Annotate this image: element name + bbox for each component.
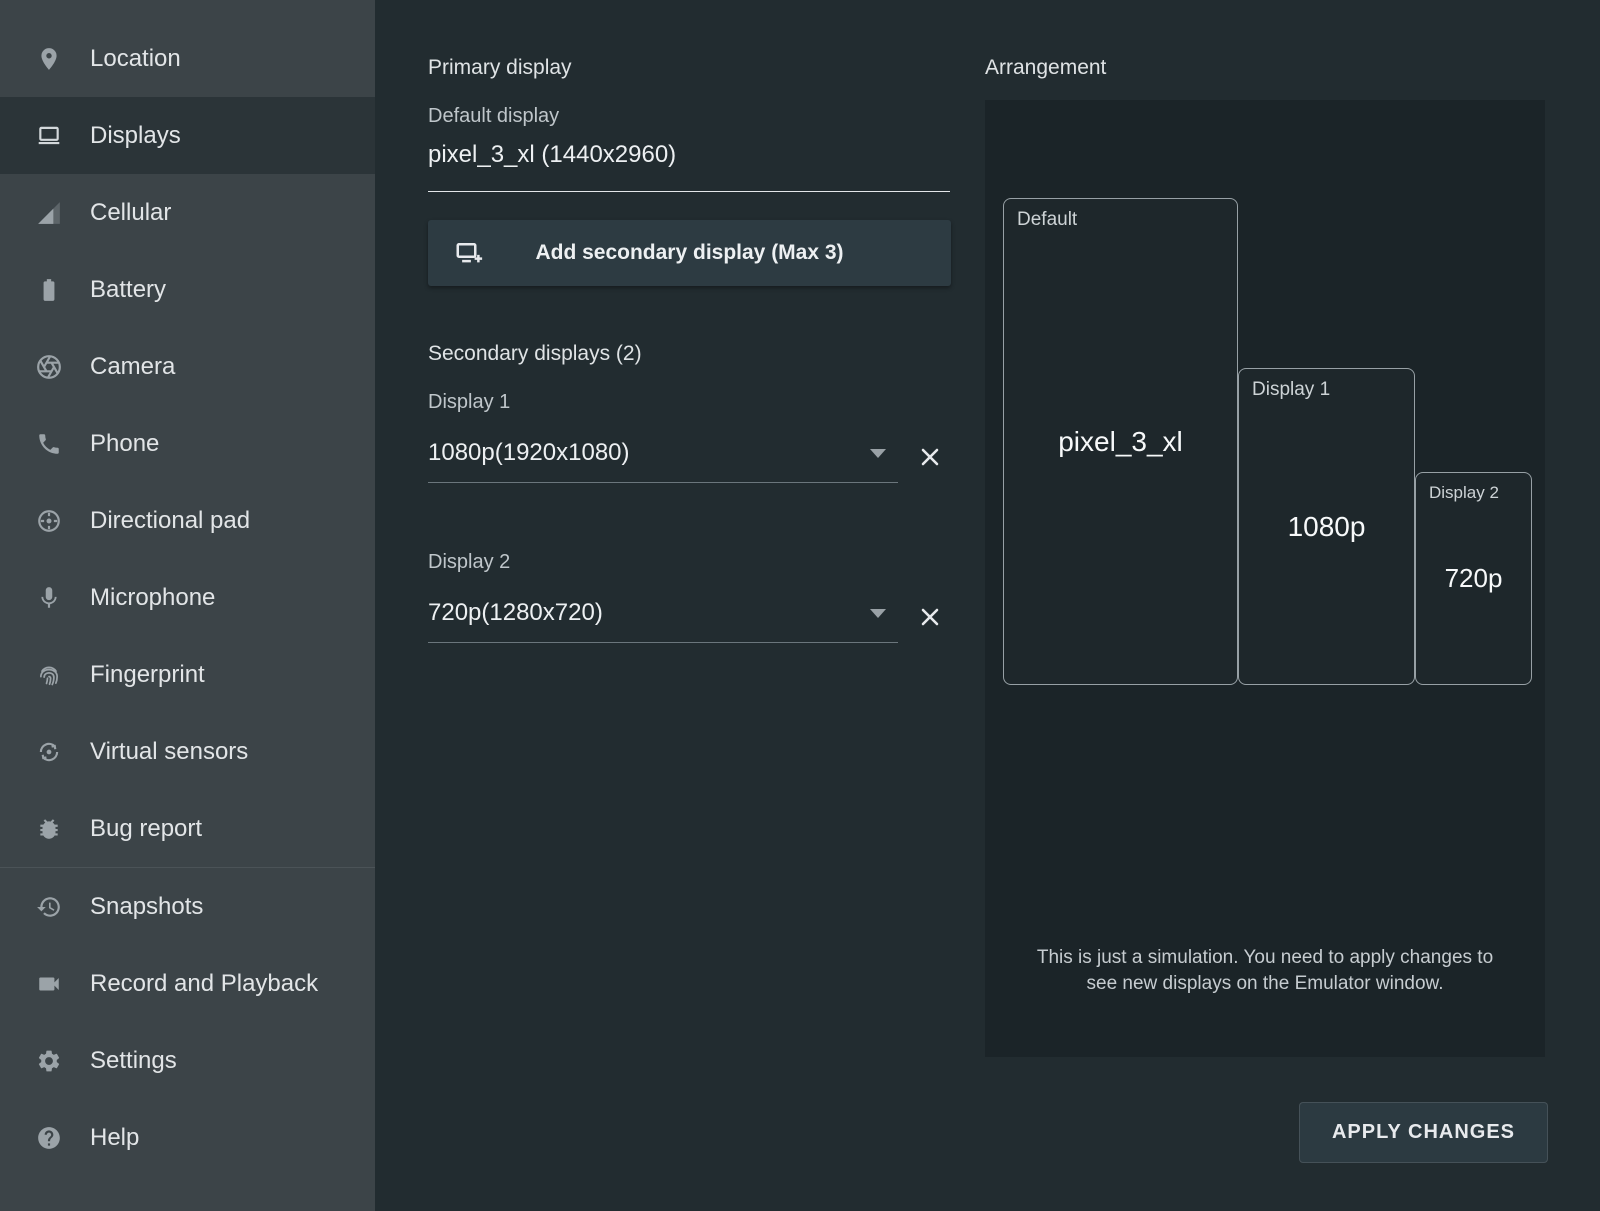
display-1-label: Display 1 xyxy=(428,391,510,414)
displays-icon xyxy=(36,123,62,149)
default-display-label: Default display xyxy=(428,105,559,128)
default-display-value: pixel_3_xl (1440x2960) xyxy=(428,141,676,169)
microphone-icon xyxy=(36,585,62,611)
sidebar-item-label: Settings xyxy=(90,1047,177,1075)
arrangement-box-display-1[interactable]: Display 1 1080p xyxy=(1238,368,1415,685)
cellular-signal-icon xyxy=(36,200,62,226)
sidebar-item-battery[interactable]: Battery xyxy=(0,251,375,328)
fingerprint-icon xyxy=(36,662,62,688)
sidebar-item-label: Battery xyxy=(90,276,166,304)
sidebar-item-snapshots[interactable]: Snapshots xyxy=(0,868,375,945)
display-2-underline xyxy=(428,642,898,643)
battery-icon xyxy=(36,277,62,303)
sidebar-item-location[interactable]: Location xyxy=(0,20,375,97)
sidebar-item-virtual-sensors[interactable]: Virtual sensors xyxy=(0,713,375,790)
help-icon xyxy=(36,1125,62,1151)
arrangement-box-display-2-value: 720p xyxy=(1445,563,1503,594)
sidebar-item-label: Location xyxy=(90,45,181,73)
display-2-chevron-down-icon[interactable] xyxy=(870,609,886,618)
sidebar-item-settings[interactable]: Settings xyxy=(0,1022,375,1099)
sidebar-item-label: Camera xyxy=(90,353,175,381)
section-title-primary-display: Primary display xyxy=(428,56,572,80)
phone-icon xyxy=(36,431,62,457)
arrangement-box-display-2[interactable]: Display 2 720p xyxy=(1415,472,1532,685)
add-display-icon xyxy=(454,238,484,268)
arrangement-simulation-note: This is just a simulation. You need to a… xyxy=(1030,945,1500,996)
display-1-select[interactable]: 1080p(1920x1080) xyxy=(428,439,630,467)
section-title-arrangement: Arrangement xyxy=(985,56,1106,80)
default-display-underline xyxy=(428,191,950,192)
arrangement-box-display-2-label: Display 2 xyxy=(1429,483,1499,503)
arrangement-box-display-1-value: 1080p xyxy=(1288,511,1366,543)
sidebar-item-help[interactable]: Help xyxy=(0,1099,375,1176)
dpad-icon xyxy=(36,508,62,534)
display-1-chevron-down-icon[interactable] xyxy=(870,449,886,458)
arrangement-box-default[interactable]: Default pixel_3_xl xyxy=(1003,198,1238,685)
sidebar-item-label: Displays xyxy=(90,122,181,150)
sidebar-item-label: Fingerprint xyxy=(90,661,205,689)
display-1-remove-button[interactable] xyxy=(915,442,945,472)
display-1-underline xyxy=(428,482,898,483)
add-secondary-display-button-label: Add secondary display (Max 3) xyxy=(535,241,843,265)
section-title-secondary-displays: Secondary displays (2) xyxy=(428,342,642,366)
arrangement-box-default-label: Default xyxy=(1017,209,1077,231)
camera-aperture-icon xyxy=(36,354,62,380)
sidebar-item-microphone[interactable]: Microphone xyxy=(0,559,375,636)
snapshots-history-icon xyxy=(36,894,62,920)
add-secondary-display-button[interactable]: Add secondary display (Max 3) xyxy=(428,220,951,286)
sidebar-item-bug-report[interactable]: Bug report xyxy=(0,790,375,867)
extended-controls-displays-page: Location Displays Cellular Battery Camer xyxy=(0,0,1600,1211)
record-video-icon xyxy=(36,971,62,997)
sidebar-item-label: Microphone xyxy=(90,584,215,612)
sidebar-item-displays[interactable]: Displays xyxy=(0,97,375,174)
display-2-select[interactable]: 720p(1280x720) xyxy=(428,599,603,627)
sidebar-item-label: Help xyxy=(90,1124,139,1152)
sidebar-item-phone[interactable]: Phone xyxy=(0,405,375,482)
sidebar: Location Displays Cellular Battery Camer xyxy=(0,0,375,1211)
arrangement-box-default-value: pixel_3_xl xyxy=(1058,426,1183,458)
sidebar-item-cellular[interactable]: Cellular xyxy=(0,174,375,251)
location-pin-icon xyxy=(36,46,62,72)
sidebar-item-label: Record and Playback xyxy=(90,970,318,998)
arrangement-panel: Default pixel_3_xl Display 1 1080p Displ… xyxy=(985,100,1545,1057)
sidebar-item-label: Phone xyxy=(90,430,159,458)
sidebar-item-label: Cellular xyxy=(90,199,171,227)
display-2-label: Display 2 xyxy=(428,551,510,574)
sidebar-item-fingerprint[interactable]: Fingerprint xyxy=(0,636,375,713)
sidebar-item-directional-pad[interactable]: Directional pad xyxy=(0,482,375,559)
sidebar-item-camera[interactable]: Camera xyxy=(0,328,375,405)
sidebar-item-label: Directional pad xyxy=(90,507,250,535)
sidebar-item-label: Snapshots xyxy=(90,893,203,921)
arrangement-box-display-1-label: Display 1 xyxy=(1252,379,1330,401)
apply-changes-button[interactable]: APPLY CHANGES xyxy=(1299,1102,1548,1163)
sidebar-item-record-and-playback[interactable]: Record and Playback xyxy=(0,945,375,1022)
virtual-sensors-icon xyxy=(36,739,62,765)
bug-icon xyxy=(36,816,62,842)
display-2-remove-button[interactable] xyxy=(915,602,945,632)
sidebar-item-label: Virtual sensors xyxy=(90,738,248,766)
settings-gear-icon xyxy=(36,1048,62,1074)
sidebar-item-label: Bug report xyxy=(90,815,202,843)
